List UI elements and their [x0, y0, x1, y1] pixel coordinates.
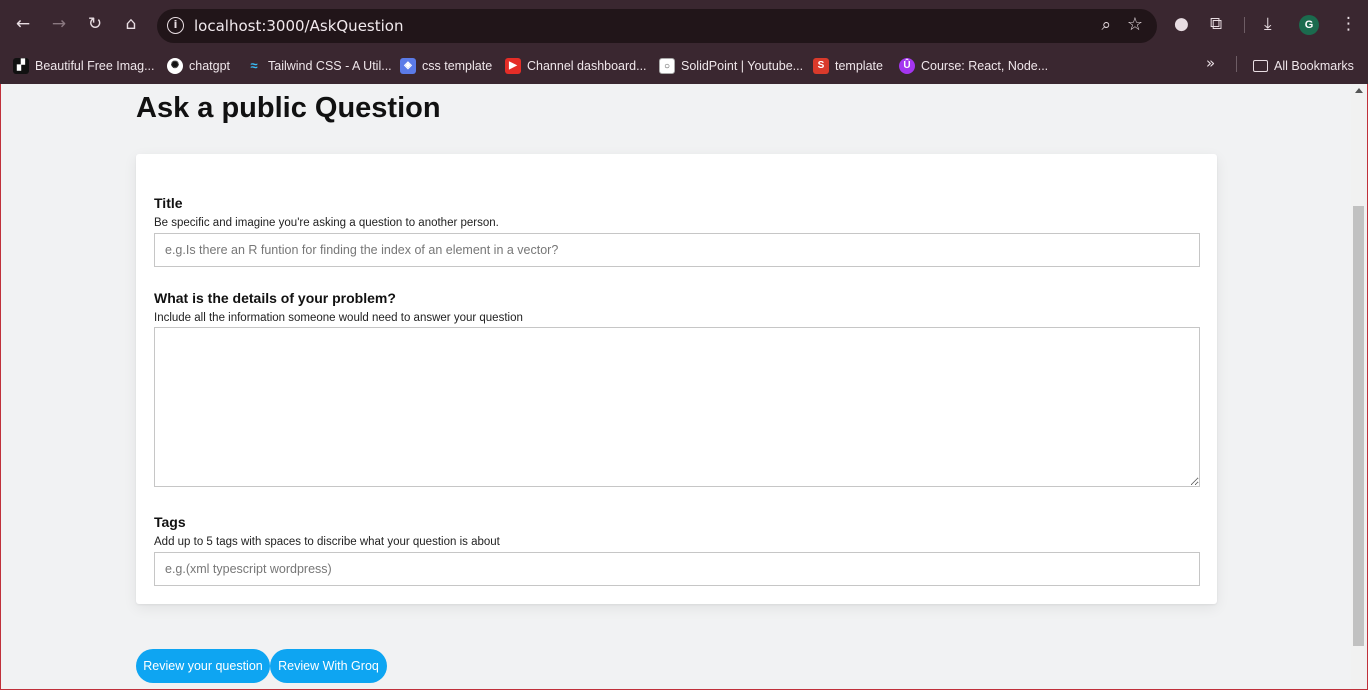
- unsplash-icon: ▞: [13, 58, 29, 74]
- site-info-icon[interactable]: i: [167, 17, 184, 34]
- bookmarks-overflow-icon[interactable]: »: [1206, 54, 1215, 72]
- tags-label: Tags: [154, 514, 186, 530]
- details-help-text: Include all the information someone woul…: [154, 312, 523, 324]
- solidpoint-icon: ○: [659, 58, 675, 74]
- zoom-icon[interactable]: ⌕: [1101, 15, 1111, 35]
- bookmark-label: Beautiful Free Imag...: [35, 59, 155, 73]
- bookmark-item[interactable]: ○ SolidPoint | Youtube...: [659, 56, 803, 76]
- home-icon[interactable]: ⌂: [119, 12, 143, 36]
- tags-help-text: Add up to 5 tags with spaces to discribe…: [154, 536, 500, 548]
- details-textarea[interactable]: [154, 327, 1200, 487]
- title-help-text: Be specific and imagine you're asking a …: [154, 217, 499, 229]
- bookmark-item[interactable]: ▞ Beautiful Free Imag...: [13, 56, 155, 76]
- review-question-button[interactable]: Review your question: [136, 649, 270, 683]
- openai-icon: ✺: [167, 58, 183, 74]
- scroll-up-arrow-icon[interactable]: [1355, 88, 1363, 93]
- question-form-card: Title Be specific and imagine you're ask…: [136, 154, 1217, 604]
- scrollbar-thumb[interactable]: [1353, 206, 1364, 646]
- bookmark-label: css template: [422, 59, 493, 73]
- bookmark-label: chatgpt: [189, 59, 231, 73]
- folder-icon: [1253, 60, 1268, 72]
- bookmark-label: SolidPoint | Youtube...: [681, 59, 804, 73]
- toolbar-divider: [1244, 17, 1245, 33]
- bookmark-item[interactable]: ◈ css template: [400, 56, 492, 76]
- forward-icon[interactable]: →: [47, 12, 71, 36]
- extensions-icon[interactable]: ⧉: [1210, 13, 1222, 35]
- bookmark-star-icon[interactable]: ☆: [1127, 14, 1143, 35]
- bookmarks-bar: ▞ Beautiful Free Imag... ✺ chatgpt ≈ Tai…: [0, 48, 1368, 84]
- profile-avatar[interactable]: G: [1299, 15, 1319, 35]
- menu-kebab-icon[interactable]: ⋮: [1340, 13, 1357, 35]
- back-icon[interactable]: ←: [11, 12, 35, 36]
- youtube-icon: ▶: [505, 58, 521, 74]
- details-label: What is the details of your problem?: [154, 290, 396, 306]
- reload-icon[interactable]: ↻: [83, 12, 107, 36]
- bookmark-label: template: [835, 59, 883, 73]
- page-title: Ask a public Question: [136, 92, 441, 124]
- all-bookmarks[interactable]: All Bookmarks: [1253, 56, 1354, 76]
- s-icon: S: [813, 58, 829, 74]
- tags-input[interactable]: [154, 552, 1200, 586]
- bookmark-item[interactable]: Û Course: React, Node...: [899, 56, 1048, 76]
- tailwind-icon: ≈: [250, 58, 258, 73]
- browser-toolbar: ← → ↻ ⌂ i localhost:3000/AskQuestion ⌕ ☆…: [0, 0, 1368, 48]
- bookmarks-divider: [1236, 56, 1237, 72]
- bookmark-item[interactable]: ✺ chatgpt: [167, 56, 230, 76]
- bookmark-label: Tailwind CSS - A Util...: [268, 59, 392, 73]
- extension-puzzle-color-icon[interactable]: ●: [1174, 13, 1189, 35]
- bookmark-item[interactable]: ≈ Tailwind CSS - A Util...: [246, 56, 392, 76]
- title-input[interactable]: [154, 233, 1200, 267]
- title-label: Title: [154, 195, 183, 211]
- address-bar[interactable]: i localhost:3000/AskQuestion ⌕ ☆: [157, 9, 1157, 43]
- bookmark-label: Course: React, Node...: [921, 59, 1049, 73]
- all-bookmarks-label: All Bookmarks: [1274, 59, 1354, 73]
- page-viewport: Ask a public Question Title Be specific …: [1, 84, 1351, 689]
- url-text[interactable]: localhost:3000/AskQuestion: [194, 17, 403, 35]
- bookmark-item[interactable]: ▶ Channel dashboard...: [505, 56, 647, 76]
- bookmark-item[interactable]: S template: [813, 56, 883, 76]
- review-with-groq-button[interactable]: Review With Groq: [270, 649, 387, 683]
- window-border-left: [0, 84, 1, 690]
- layers-icon: ◈: [400, 58, 416, 74]
- page-scrollbar[interactable]: [1351, 84, 1367, 689]
- udemy-icon: Û: [899, 58, 915, 74]
- download-icon[interactable]: ⤓: [1264, 13, 1272, 35]
- bookmark-label: Channel dashboard...: [527, 59, 647, 73]
